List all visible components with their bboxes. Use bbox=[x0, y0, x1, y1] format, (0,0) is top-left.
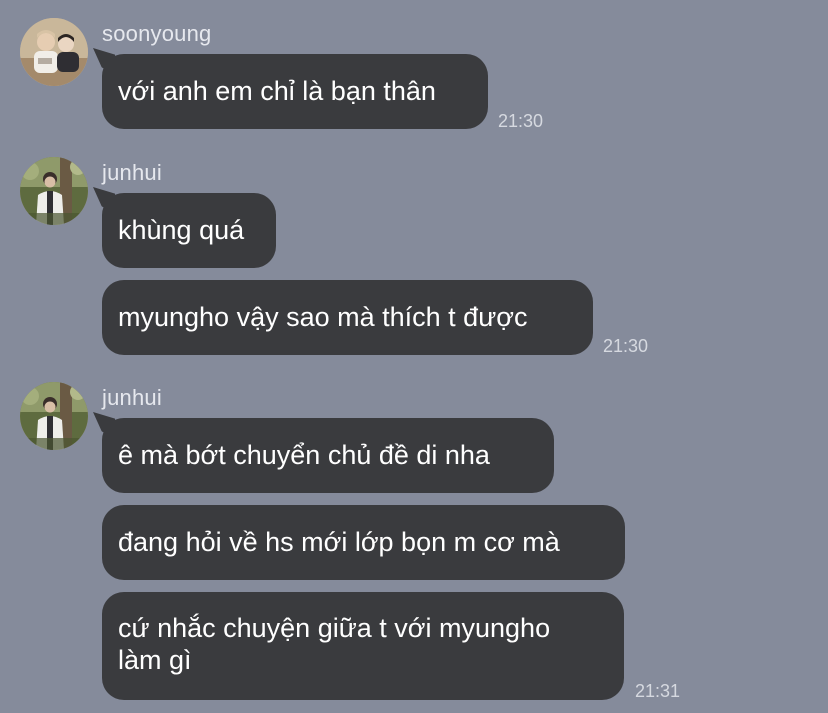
sender-name: junhui bbox=[102, 385, 162, 410]
message-bubble[interactable]: với anh em chỉ là bạn thân bbox=[102, 54, 488, 129]
message-bubble[interactable]: khùng quá bbox=[102, 193, 276, 268]
user-photo-person-tree-icon bbox=[20, 157, 88, 225]
chat-thread[interactable]: soonyoung với anh em chỉ là bạn thân 21:… bbox=[0, 0, 828, 713]
message-bubble[interactable]: ê mà bớt chuyển chủ đề di nha bbox=[102, 418, 554, 493]
sender-name: junhui bbox=[102, 160, 162, 185]
avatar[interactable] bbox=[20, 157, 88, 225]
message-bubble[interactable]: myungho vậy sao mà thích t được bbox=[102, 280, 593, 355]
avatar[interactable] bbox=[20, 18, 88, 86]
sender-name: soonyoung bbox=[102, 21, 212, 46]
message-bubble[interactable]: cứ nhắc chuyện giữa t với myungho làm gì bbox=[102, 592, 624, 700]
message-timestamp: 21:30 bbox=[498, 111, 544, 131]
message-timestamp: 21:31 bbox=[635, 681, 681, 701]
message-bubble[interactable]: đang hỏi về hs mới lớp bọn m cơ mà bbox=[102, 505, 625, 580]
user-photo-person-tree-icon bbox=[20, 382, 88, 450]
avatar[interactable] bbox=[20, 382, 88, 450]
message-timestamp: 21:30 bbox=[603, 336, 649, 356]
user-photo-two-people-icon bbox=[20, 18, 88, 86]
